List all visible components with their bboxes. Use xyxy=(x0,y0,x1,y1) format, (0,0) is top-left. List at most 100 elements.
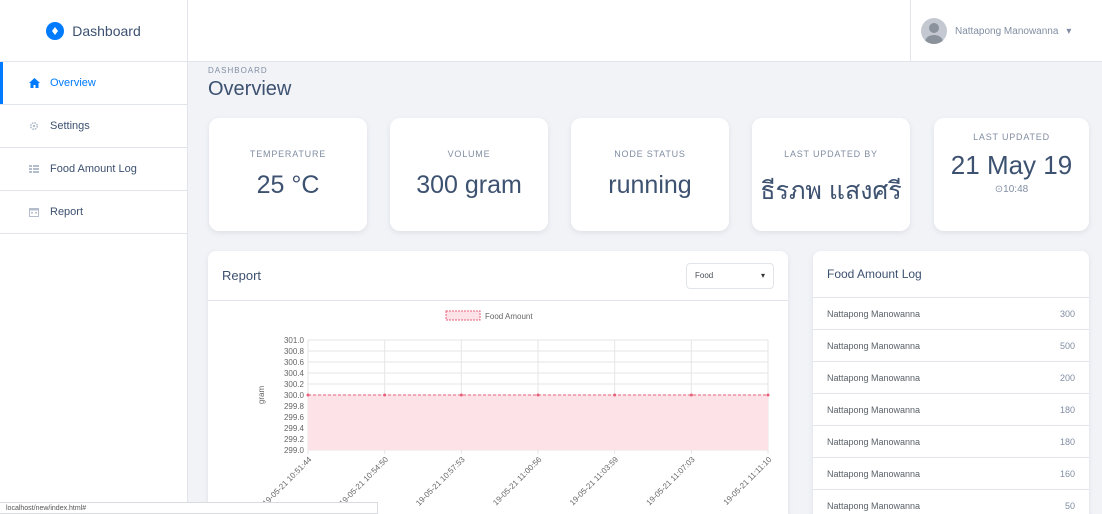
report-header: Report Food ▾ xyxy=(208,251,788,301)
calendar-icon xyxy=(28,207,40,217)
sidebar: Dashboard Overview Settings Food Amount … xyxy=(0,0,188,514)
user-name: Nattapong Manowanna xyxy=(955,25,1059,37)
y-tick-label: 300.4 xyxy=(284,369,305,378)
x-tick-label: 19-05-21 11:00:56 xyxy=(491,455,544,508)
top-navbar: Nattapong Manowanna ▾ xyxy=(188,0,1102,62)
sidebar-item-label: Food Amount Log xyxy=(50,163,137,175)
list-item: Nattapong Manowanna 180 xyxy=(813,394,1089,426)
list-item: Nattapong Manowanna 180 xyxy=(813,426,1089,458)
stat-card-temperature: Temperature 25 °C xyxy=(209,118,367,231)
sidebar-item-report[interactable]: Report xyxy=(0,191,187,234)
stat-value: 300 gram xyxy=(416,171,522,199)
avatar xyxy=(921,18,947,44)
stat-card-node-status: Node Status running xyxy=(571,118,729,231)
stat-time: ⊙10:48 xyxy=(994,184,1029,195)
stat-card-last-updated-by: Last Updated by ธีรภพ แสงศรี xyxy=(752,118,910,231)
user-menu[interactable]: Nattapong Manowanna ▾ xyxy=(910,0,1090,62)
list-item: Nattapong Manowanna 200 xyxy=(813,362,1089,394)
stat-value: running xyxy=(608,171,692,199)
log-amount: 180 xyxy=(1059,436,1075,447)
legend-label: Food Amount xyxy=(485,312,533,321)
list-item: Nattapong Manowanna 300 xyxy=(813,298,1089,330)
log-amount: 300 xyxy=(1059,308,1075,319)
y-tick-label: 299.4 xyxy=(284,424,305,433)
y-tick-label: 299.6 xyxy=(284,413,305,422)
chevron-down-icon: ▾ xyxy=(760,271,765,280)
stat-value: 21 May 19 xyxy=(950,150,1073,180)
data-point xyxy=(689,393,693,397)
chevron-down-icon: ▾ xyxy=(1066,25,1072,37)
sidebar-item-label: Report xyxy=(50,206,84,218)
log-user-name: Nattapong Manowanna xyxy=(827,372,921,383)
data-point xyxy=(766,393,770,397)
log-user-name: Nattapong Manowanna xyxy=(827,436,921,447)
sidebar-item-food-amount-log[interactable]: Food Amount Log xyxy=(0,148,187,191)
table-icon xyxy=(28,165,40,173)
list-item: Nattapong Manowanna 500 xyxy=(813,330,1089,362)
sidebar-item-label: Settings xyxy=(50,120,90,132)
report-card: Report Food ▾ Food Amount 301.0 300.8 300.6… xyxy=(208,251,788,514)
log-amount: 500 xyxy=(1059,340,1075,351)
stat-card-last-updated: Last Updated 21 May 19 ⊙10:48 xyxy=(934,118,1089,231)
data-point xyxy=(613,393,617,397)
data-point xyxy=(536,393,540,397)
log-user-name: Nattapong Manowanna xyxy=(827,500,921,511)
x-tick-label: 19-05-21 10:54:50 xyxy=(337,455,390,508)
select-value: Food xyxy=(695,271,714,280)
y-tick-label: 301.0 xyxy=(284,336,305,345)
x-tick-label: 19-05-21 11:03:59 xyxy=(568,455,621,508)
stat-value: ธีรภพ แสงศรี xyxy=(760,177,902,205)
sidebar-item-label: Overview xyxy=(50,77,96,89)
stat-label: Temperature xyxy=(249,149,327,159)
list-item: Nattapong Manowanna 50 xyxy=(813,490,1089,514)
brand-label: Dashboard xyxy=(72,22,141,39)
sidebar-item-settings[interactable]: Settings xyxy=(0,105,187,148)
data-point xyxy=(306,393,310,397)
gear-icon xyxy=(28,121,40,131)
y-tick-label: 300.2 xyxy=(284,380,305,389)
stat-label: Last Updated by xyxy=(784,149,878,159)
log-amount: 180 xyxy=(1059,404,1075,415)
stat-card-volume: Volume 300 gram xyxy=(390,118,548,231)
data-point xyxy=(459,393,463,397)
data-point xyxy=(383,393,387,397)
page-subtitle: DASHBOARD xyxy=(208,66,268,75)
log-user-name: Nattapong Manowanna xyxy=(827,468,921,479)
log-user-name: Nattapong Manowanna xyxy=(827,308,921,319)
y-tick-label: 299.8 xyxy=(284,402,305,411)
browser-status-bar: localhost/new/index.html# xyxy=(0,502,378,514)
y-axis-label: gram xyxy=(257,386,266,405)
log-user-name: Nattapong Manowanna xyxy=(827,340,921,351)
log-amount: 200 xyxy=(1059,372,1075,383)
report-type-select[interactable]: Food ▾ xyxy=(686,262,774,289)
food-log-title: Food Amount Log xyxy=(813,251,1089,298)
stat-label: Node Status xyxy=(614,149,686,159)
stat-value: 25 °C xyxy=(256,171,320,199)
x-tick-label: 19-05-21 10:57:53 xyxy=(414,455,467,508)
log-amount: 50 xyxy=(1064,500,1075,511)
sidebar-item-overview[interactable]: Overview xyxy=(0,62,187,105)
page-title: Overview xyxy=(208,78,292,100)
x-tick-label: 19-05-21 11:07:03 xyxy=(645,455,698,508)
y-tick-label: 300.6 xyxy=(284,358,305,367)
list-item: Nattapong Manowanna 160 xyxy=(813,458,1089,490)
legend-swatch xyxy=(445,310,481,321)
food-log-list: Nattapong Manowanna 300 Nattapong Manowann… xyxy=(813,298,1089,514)
food-amount-chart: Food Amount 301.0 300.8 300.6 300.4 300.2 300.… xyxy=(257,310,774,508)
x-tick-label: 19-05-21 10:51:44 xyxy=(261,455,314,508)
log-amount: 160 xyxy=(1059,468,1075,479)
y-tick-label: 300.0 xyxy=(284,391,305,400)
food-amount-log-card: Food Amount Log Nattapong Manowanna 300 Na… xyxy=(813,251,1089,514)
brand[interactable]: Dashboard xyxy=(0,0,187,62)
brand-logo-icon xyxy=(46,21,65,40)
x-tick-label: 19-05-21 11:11:10 xyxy=(722,455,774,507)
y-tick-label: 300.8 xyxy=(284,347,305,356)
report-title: Report xyxy=(222,268,262,283)
y-tick-label: 299.2 xyxy=(284,435,305,444)
home-icon xyxy=(28,78,40,88)
series-area-food-amount xyxy=(308,395,768,450)
y-tick-label: 299.0 xyxy=(284,446,305,455)
stat-label: Last Updated xyxy=(973,132,1050,142)
log-user-name: Nattapong Manowanna xyxy=(827,404,921,415)
stat-label: Volume xyxy=(447,149,491,159)
